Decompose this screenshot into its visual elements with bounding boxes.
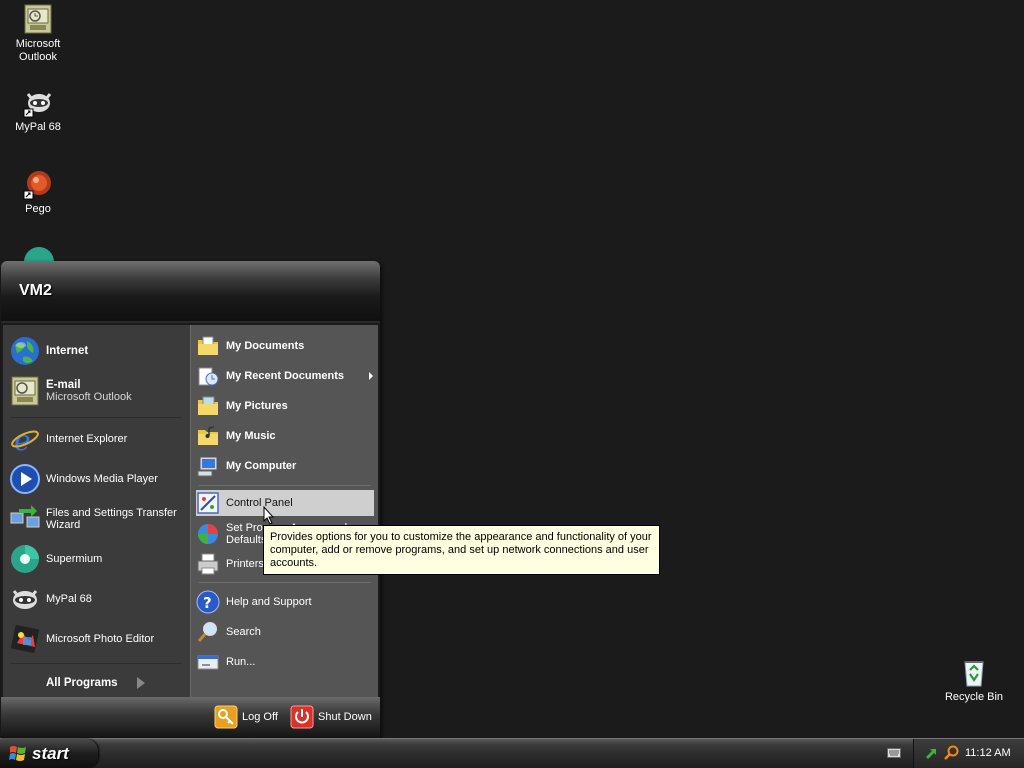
place-my-pictures[interactable]: My Pictures	[196, 393, 374, 419]
recent-internet-explorer[interactable]: e Internet Explorer	[9, 421, 187, 457]
clock[interactable]: 11:12 AM	[965, 747, 1011, 759]
recent-label: Supermium	[46, 553, 103, 565]
recent-label: MyPal 68	[46, 593, 92, 605]
place-label: My Music	[226, 430, 276, 442]
recent-files-settings-transfer[interactable]: Files and Settings Transfer Wizard	[9, 501, 187, 537]
log-off-label: Log Off	[242, 711, 278, 723]
start-menu: VM2 Internet E-mail Microsoft Outlook e …	[1, 261, 380, 738]
computer-icon	[197, 456, 218, 477]
start-label: start	[32, 743, 69, 763]
log-off-button[interactable]: Log Off	[214, 705, 278, 729]
arrow-right-icon	[137, 677, 145, 689]
network-icon[interactable]	[924, 745, 940, 761]
keyboard-layout-icon[interactable]	[887, 748, 901, 758]
place-label: My Computer	[226, 460, 297, 472]
separator	[199, 582, 371, 583]
mouse-cursor-icon	[263, 506, 275, 525]
mypal-icon	[23, 93, 52, 118]
all-programs-button[interactable]: All Programs	[46, 673, 118, 693]
photo-editor-icon	[10, 624, 40, 654]
shut-down-label: Shut Down	[318, 711, 372, 723]
desktop-icon-mypal[interactable]: MyPal 68	[0, 86, 76, 134]
recent-supermium[interactable]: Supermium	[9, 541, 187, 577]
start-button[interactable]: start	[0, 739, 98, 768]
recent-mypal[interactable]: MyPal 68	[9, 581, 187, 617]
help-label: Search	[226, 626, 261, 638]
control-panel-tooltip: Provides options for you to customize th…	[263, 525, 660, 575]
place-my-computer[interactable]: My Computer	[196, 453, 374, 479]
recent-photo-editor[interactable]: Microsoft Photo Editor	[9, 621, 187, 657]
system-tray: 11:12 AM	[913, 739, 1024, 768]
submenu-arrow-icon	[369, 372, 373, 380]
folder-music-icon	[198, 426, 218, 445]
desktop-icon-label: Recycle Bin	[944, 691, 1004, 703]
transfer-wizard-icon	[10, 505, 40, 528]
desktop-icon-label: Microsoft Outlook	[15, 38, 61, 63]
system-label: Control Panel	[226, 497, 293, 509]
desktop-icon-microsoft-outlook[interactable]: Microsoft Outlook	[0, 3, 76, 64]
place-my-documents[interactable]: My Documents	[196, 333, 374, 359]
desktop-icon-label: Pego	[25, 203, 51, 215]
globe-icon	[11, 337, 39, 365]
search-icon	[197, 622, 217, 642]
place-my-music[interactable]: My Music	[196, 423, 374, 449]
separator	[11, 663, 181, 664]
user-name: VM2	[19, 282, 52, 299]
pinned-sublabel: Microsoft Outlook	[46, 391, 132, 403]
taskbar: start 11:12 AM	[0, 738, 1024, 768]
help-label: Help and Support	[226, 596, 312, 608]
all-programs-label: All Programs	[46, 677, 118, 689]
start-menu-places-pane: My Documents My Recent Documents My Pict…	[190, 325, 378, 697]
system-control-panel[interactable]: Control Panel	[196, 490, 374, 516]
mypal-icon	[12, 590, 38, 609]
control-panel-icon	[197, 492, 219, 514]
place-my-recent-documents[interactable]: My Recent Documents	[196, 363, 374, 389]
windows-logo-icon	[9, 746, 26, 761]
recent-label: Internet Explorer	[46, 433, 128, 445]
separator	[199, 485, 371, 486]
folder-documents-icon	[198, 336, 218, 355]
outlook-icon	[11, 376, 39, 406]
run-icon	[197, 655, 219, 670]
desktop-icon-label: MyPal 68	[15, 121, 61, 133]
recent-windows-media-player[interactable]: Windows Media Player	[9, 461, 187, 497]
svg-text:?: ?	[203, 594, 212, 612]
media-player-icon	[10, 464, 40, 494]
recent-label: Microsoft Photo Editor	[46, 633, 155, 645]
help-and-support[interactable]: ? Help and Support	[196, 589, 374, 615]
recycle-bin-icon	[964, 661, 984, 687]
supermium-icon	[11, 545, 39, 573]
pinned-internet[interactable]: Internet	[9, 333, 187, 369]
shut-down-button[interactable]: Shut Down	[290, 705, 372, 729]
separator	[11, 417, 181, 418]
run[interactable]: Run...	[196, 649, 374, 675]
pinned-email[interactable]: E-mail Microsoft Outlook	[9, 373, 187, 409]
recent-label: Windows Media Player	[46, 473, 158, 485]
recent-documents-icon	[198, 367, 219, 386]
place-label: My Recent Documents	[226, 370, 344, 382]
folder-pictures-icon	[198, 396, 218, 415]
start-menu-header: VM2	[1, 261, 380, 323]
supermium-desktop-icon	[24, 247, 54, 262]
help-icon: ?	[196, 590, 220, 614]
place-label: My Pictures	[226, 400, 288, 412]
power-icon	[290, 705, 314, 729]
desktop-icon-pego[interactable]: Pego	[0, 168, 76, 216]
outlook-icon	[24, 4, 52, 34]
desktop-icon-recycle-bin[interactable]: Recycle Bin	[936, 656, 1012, 704]
place-label: My Documents	[226, 340, 305, 352]
pinned-label: E-mail	[46, 379, 81, 391]
internet-explorer-icon: e	[11, 424, 39, 455]
pego-icon	[23, 171, 51, 200]
start-menu-footer: Log Off Shut Down	[1, 697, 380, 738]
search-tray-icon[interactable]	[943, 745, 959, 761]
pinned-label: Internet	[46, 345, 89, 357]
key-icon	[214, 705, 238, 729]
start-menu-programs-pane: Internet E-mail Microsoft Outlook e Inte…	[3, 325, 190, 697]
recent-label: Files and Settings Transfer Wizard	[46, 507, 177, 531]
printer-icon	[197, 553, 219, 575]
help-label: Run...	[226, 656, 256, 668]
program-defaults-icon	[198, 524, 218, 544]
search[interactable]: Search	[196, 619, 374, 645]
